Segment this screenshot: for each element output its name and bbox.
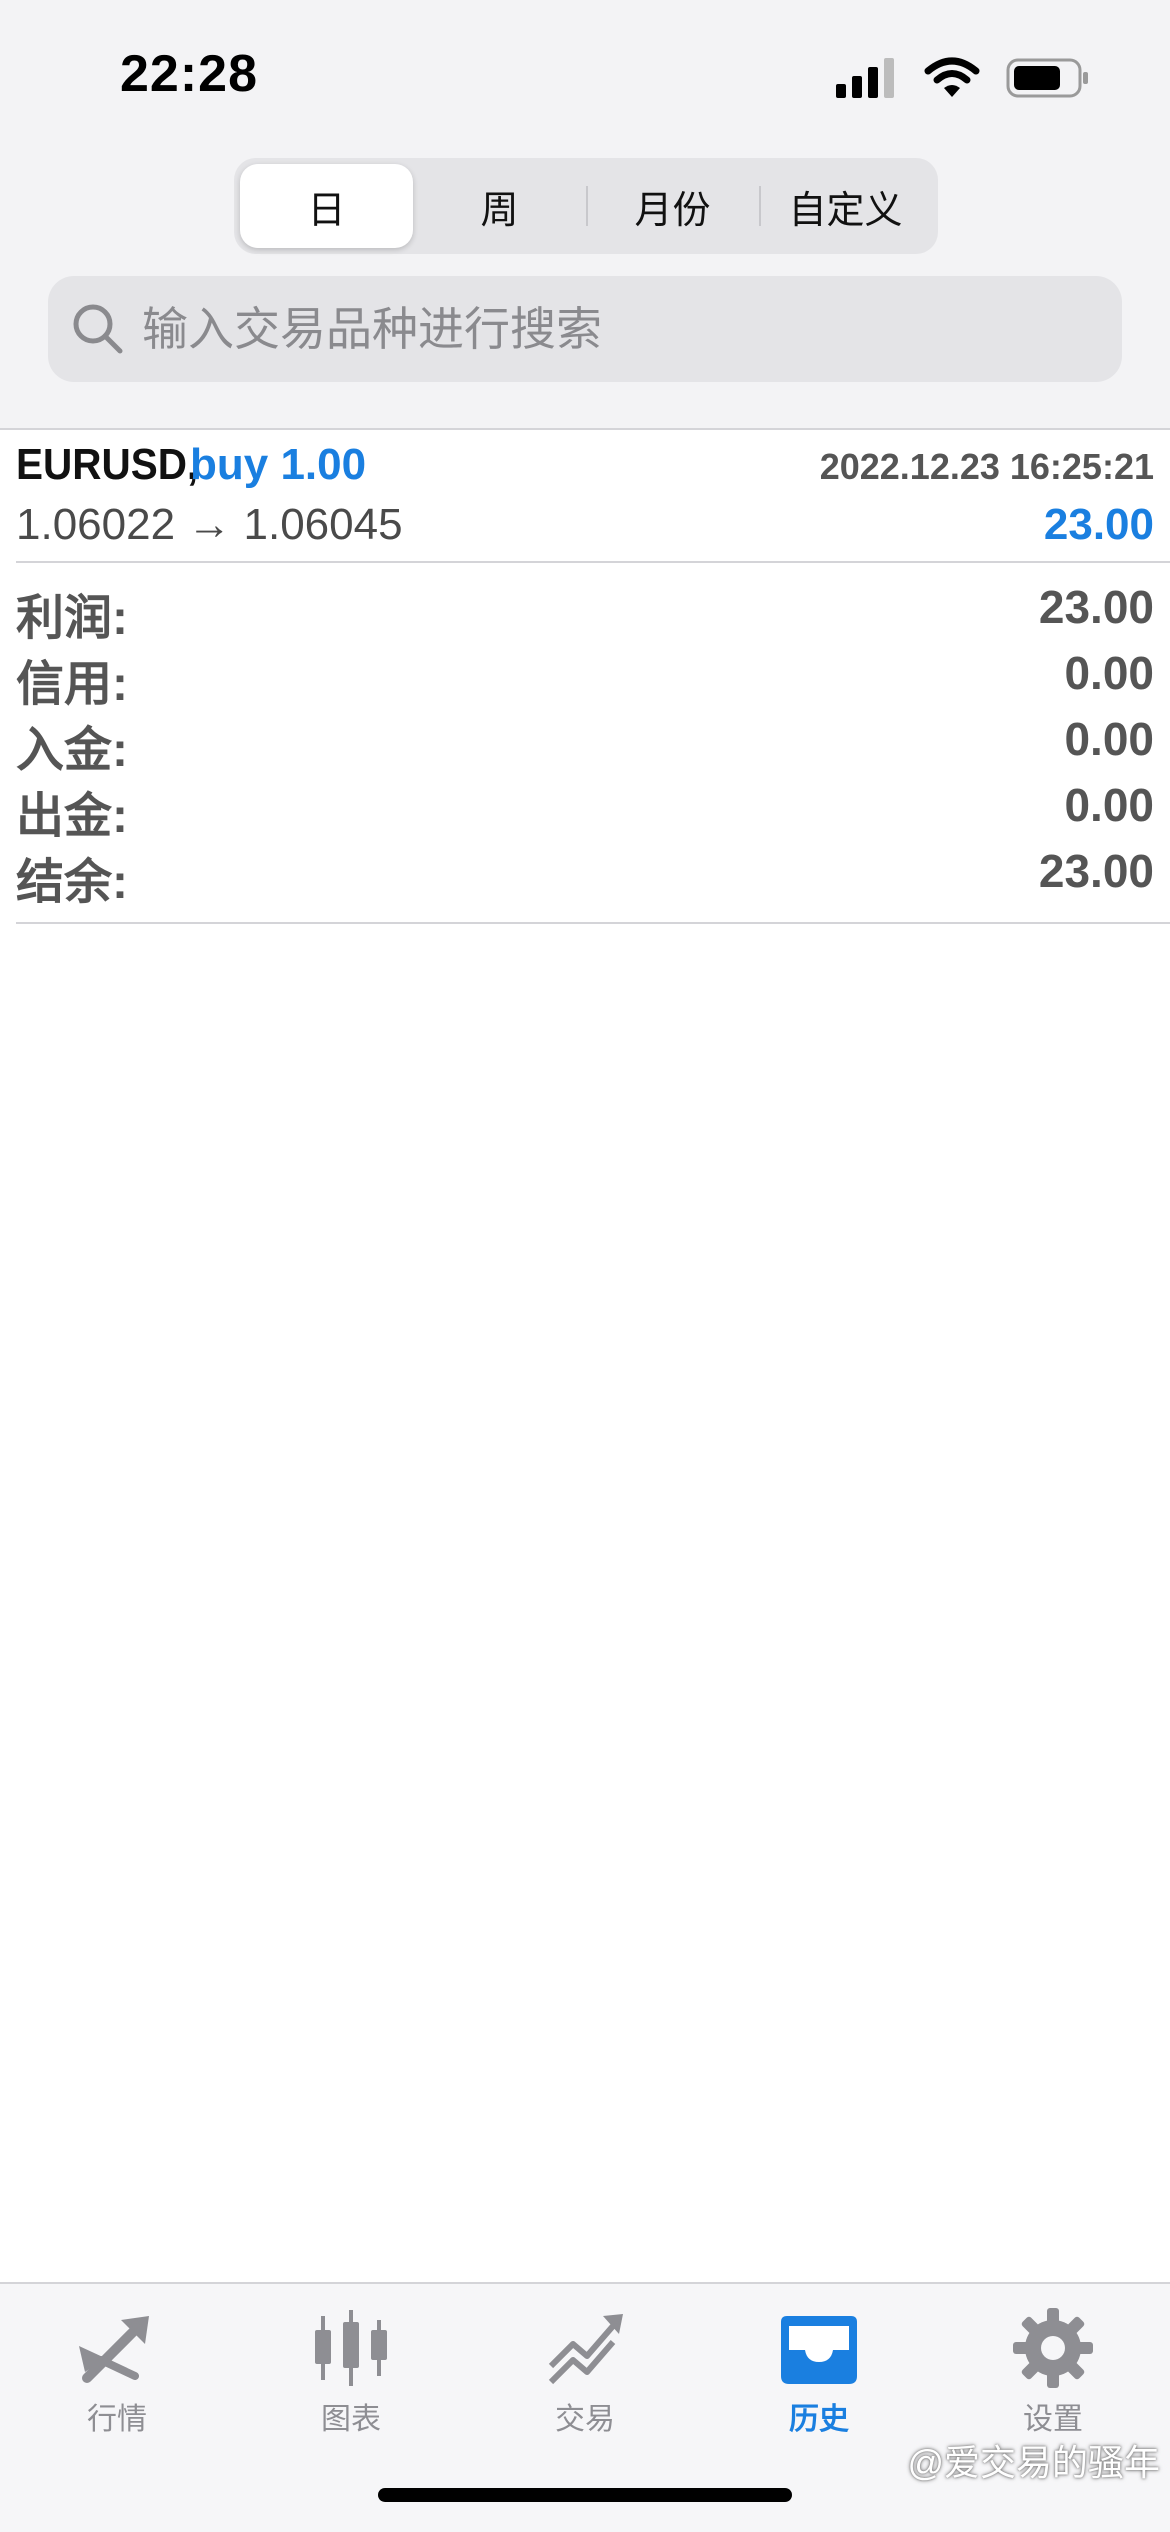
segment-day[interactable]: 日: [240, 164, 413, 248]
tab-quotes[interactable]: 行情: [0, 2298, 234, 2448]
summary-row-withdrawal: 出金: 0.00: [16, 776, 1154, 843]
segment-month[interactable]: 月份: [586, 164, 759, 248]
tab-label: 交易: [555, 2403, 615, 2436]
trade-price-row: 1.06022 → 1.06045 23.00: [16, 500, 1154, 560]
trade-trend-icon: [548, 2314, 623, 2385]
segment-week[interactable]: 周: [413, 164, 586, 248]
cellular-signal-icon: [836, 58, 894, 98]
status-time: 22:28: [120, 45, 258, 103]
gear-icon: [1013, 2308, 1093, 2388]
trade-price-range: 1.06022 → 1.06045: [16, 500, 403, 549]
segment-custom[interactable]: 自定义: [759, 164, 932, 248]
trade-time: 2022.12.23 16:25:21: [819, 446, 1154, 487]
summary-divider: [16, 922, 1170, 924]
summary-list: 利润: 23.00 信用: 0.00 入金: 0.00 出金: 0.00 结余:…: [16, 578, 1154, 909]
trade-header-row: EURUSD, buy 1.00 2022.12.23 16:25:21: [16, 440, 1154, 500]
summary-label: 出金:: [16, 790, 128, 843]
tab-charts[interactable]: 图表: [234, 2298, 468, 2448]
summary-value: 0.00: [1064, 713, 1154, 765]
tab-history[interactable]: 历史: [702, 2298, 936, 2448]
summary-row-deposit: 入金: 0.00: [16, 710, 1154, 777]
summary-value: 0.00: [1064, 779, 1154, 831]
trade-side-volume: buy 1.00: [190, 440, 367, 489]
summary-label: 结余:: [16, 856, 128, 909]
summary-row-profit: 利润: 23.00: [16, 578, 1154, 645]
status-icons: [836, 55, 1090, 101]
summary-value: 23.00: [1038, 581, 1154, 633]
quotes-arrows-icon: [79, 2316, 149, 2383]
summary-row-balance: 结余: 23.00: [16, 842, 1154, 909]
history-header: 日 周 月份 自定义: [0, 150, 1170, 430]
trade-profit: 23.00: [1043, 500, 1154, 549]
trade-divider: [16, 561, 1170, 563]
home-indicator: [378, 2488, 792, 2502]
summary-label: 信用:: [16, 658, 128, 711]
battery-icon: [1006, 58, 1088, 98]
tab-label: 图表: [321, 2403, 381, 2436]
wifi-icon: [924, 57, 980, 97]
summary-label: 入金:: [16, 724, 128, 777]
watermark: @爱交易的骚年: [907, 2442, 1160, 2483]
status-bar: 22:28: [0, 0, 1170, 150]
summary-value: 23.00: [1038, 845, 1154, 897]
search-input[interactable]: [140, 301, 1104, 357]
tab-trade[interactable]: 交易: [468, 2298, 702, 2448]
summary-row-credit: 信用: 0.00: [16, 644, 1154, 711]
summary-value: 0.00: [1064, 647, 1154, 699]
period-segmented-control: 日 周 月份 自定义: [234, 158, 938, 254]
summary-label: 利润:: [16, 592, 128, 645]
history-inbox-icon: [781, 2316, 857, 2384]
search-icon: [73, 304, 123, 354]
search-bar[interactable]: [48, 276, 1122, 382]
tab-settings[interactable]: 设置: [936, 2298, 1170, 2448]
candlestick-chart-icon: [315, 2310, 387, 2386]
tab-label: 设置: [1023, 2403, 1083, 2436]
tab-label: 历史: [789, 2403, 849, 2436]
tab-label: 行情: [87, 2403, 147, 2436]
trade-symbol: EURUSD,: [16, 440, 199, 489]
